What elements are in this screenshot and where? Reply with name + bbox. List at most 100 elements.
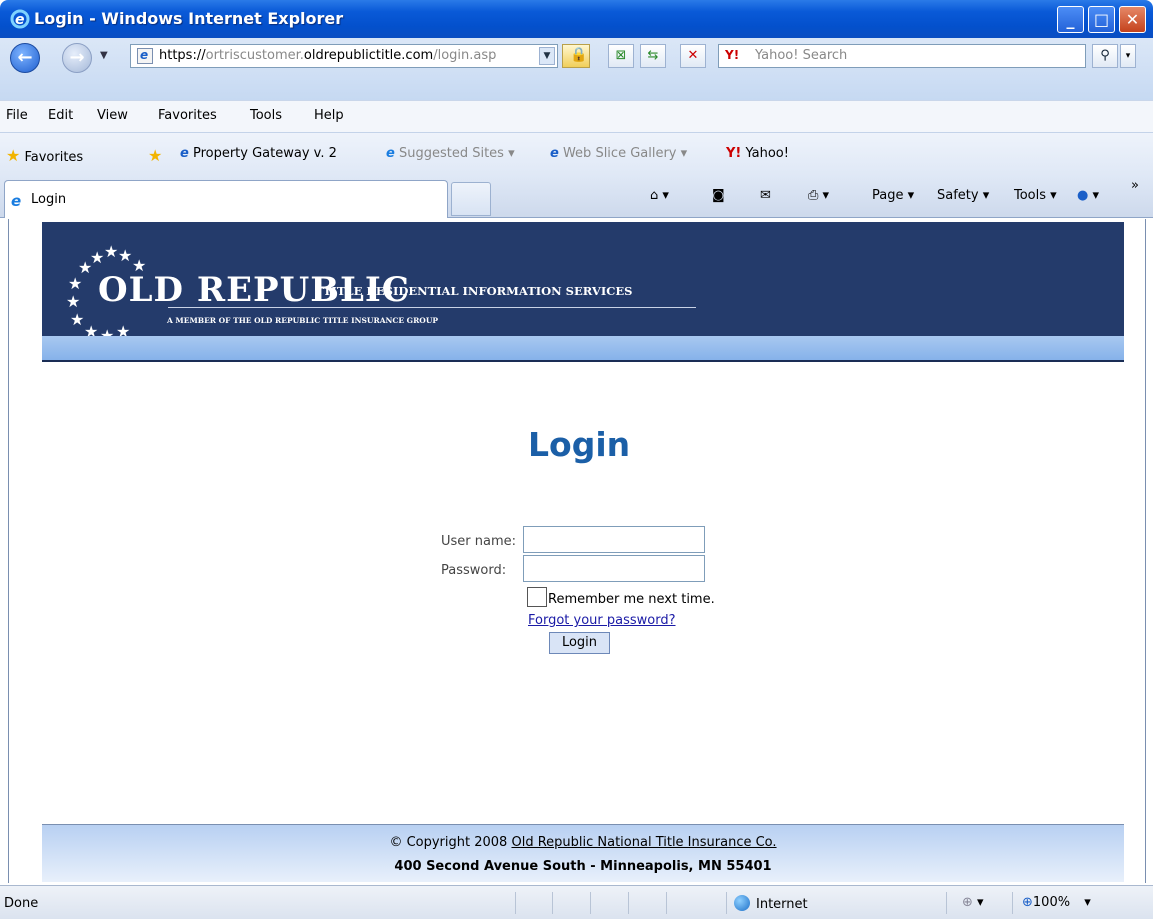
username-label: User name: [441,534,517,549]
help-button[interactable]: ● ▾ [1077,188,1099,203]
banner-stripe [42,336,1124,362]
fav-suggested-sites[interactable]: e Suggested Sites ▾ [386,146,515,161]
back-arrow-icon: ← [17,47,33,68]
protected-mode-button[interactable]: ⊕ ▾ [962,895,984,910]
search-icon: ⚲ [1100,48,1110,63]
menu-favorites[interactable]: Favorites [158,108,217,123]
back-button[interactable]: ← [10,43,40,73]
favorites-button[interactable]: ★ Favorites [6,146,83,165]
minimize-button[interactable]: _ [1057,6,1084,33]
copyright-text: © Copyright 2008 [389,835,512,850]
address-dropdown-icon[interactable]: ▼ [539,47,555,65]
add-favorite-button[interactable]: ★ [148,146,162,165]
status-divider [515,892,516,914]
maximize-icon: □ [1093,10,1110,29]
copyright-line: © Copyright 2008 Old Republic National T… [42,835,1124,850]
tools-menu[interactable]: Tools ▾ [1014,188,1057,203]
ie-logo-icon: e [10,9,30,29]
rss-icon: ◙ [712,188,725,203]
status-divider [590,892,591,914]
search-placeholder: Yahoo! Search [755,48,848,63]
history-dropdown-icon[interactable]: ▼ [100,50,108,61]
yahoo-logo-icon: Y! [725,48,740,62]
help-icon: ● [1077,188,1089,203]
forward-button[interactable]: → [62,43,92,73]
page-icon: e [137,48,153,64]
feeds-button[interactable]: ◙ [712,188,725,203]
security-lock-button[interactable]: 🔒 [562,44,590,68]
status-divider [946,892,947,914]
safety-menu[interactable]: Safety ▾ [937,188,989,203]
search-box[interactable]: Y! Yahoo! Search [718,44,1086,68]
forward-arrow-icon: → [69,47,85,68]
status-text: Done [4,896,39,911]
add-favorite-icon: ★ [148,146,163,165]
tab-label: Login [31,192,67,207]
svg-text:e: e [15,12,25,28]
fav-property-gateway[interactable]: e Property Gateway v. 2 [180,146,337,161]
status-bar: Done Internet ⊕ ▾ ⊕100% ▾ [0,885,1153,919]
address-toolbar: ← → ▼ e https://ortriscustomer.oldrepubl… [0,38,1153,100]
page-content: ★★★ ★★★ ★★★ ★★ OLD REPUBLIC TITLE RESIDE… [8,219,1146,883]
address-bar[interactable]: e https://ortriscustomer.oldrepublictitl… [130,44,558,68]
more-commands-chevron[interactable]: » [1131,178,1139,193]
menu-edit[interactable]: Edit [48,108,73,123]
print-button[interactable]: ⎙ ▾ [808,188,829,203]
tab-login[interactable]: e Login [4,180,448,218]
search-options-button[interactable]: ▾ [1120,44,1136,68]
compatibility-icon: ⊠ [615,48,627,63]
mail-icon: ✉ [760,188,771,203]
menu-tools[interactable]: Tools [250,108,282,123]
menu-view[interactable]: View [97,108,128,123]
home-icon: ⌂ [650,188,659,203]
menu-file[interactable]: File [6,108,28,123]
brand-subtitle: TITLE RESIDENTIAL INFORMATION SERVICES [323,284,633,298]
company-link[interactable]: Old Republic National Title Insurance Co… [511,835,776,850]
ie-logo-icon: e [386,146,395,161]
zoom-button[interactable]: ⊕100% ▾ [1022,895,1091,910]
remember-me-label: Remember me next time. [548,592,715,607]
compatibility-view-button[interactable]: ⊠ [608,44,634,68]
tab-row: e Login ⌂ ▾ ◙ ✉ ⎙ ▾ Page ▾ Safety ▾ Tool… [0,176,1153,218]
chevron-down-icon: ▾ [1125,51,1131,61]
footer-address: 400 Second Avenue South - Minneapolis, M… [394,859,772,874]
password-label: Password: [441,563,507,578]
fav-web-slice-gallery[interactable]: e Web Slice Gallery ▾ [550,146,687,161]
page-menu[interactable]: Page ▾ [872,188,914,203]
brand-member-line: A MEMBER OF THE OLD REPUBLIC TITLE INSUR… [167,316,439,325]
window-titlebar[interactable]: e Login - Windows Internet Explorer _ □ … [0,0,1153,38]
username-input[interactable] [523,526,705,553]
printer-icon: ⎙ [808,188,819,203]
lock-icon: 🔒 [570,47,588,63]
refresh-button[interactable]: ⇆ [640,44,666,68]
maximize-button[interactable]: □ [1088,6,1115,33]
stop-button[interactable]: ✕ [680,44,706,68]
site-banner: ★★★ ★★★ ★★★ ★★ OLD REPUBLIC TITLE RESIDE… [42,222,1124,362]
status-divider [552,892,553,914]
security-zone[interactable]: Internet [734,895,808,912]
new-tab-button[interactable] [451,182,491,216]
stop-icon: ✕ [687,48,699,63]
read-mail-button[interactable]: ✉ [760,188,771,203]
window-title: Login - Windows Internet Explorer [34,9,344,28]
forgot-password-link[interactable]: Forgot your password? [528,613,676,628]
favorites-bar: ★ Favorites ★ e Property Gateway v. 2 e … [0,132,1153,176]
address-url[interactable]: https://ortriscustomer.oldrepublictitle.… [159,48,496,63]
page-footer: © Copyright 2008 Old Republic National T… [42,824,1124,882]
search-button[interactable]: ⚲ [1092,44,1118,68]
status-divider [628,892,629,914]
home-button[interactable]: ⌂ ▾ [650,188,669,203]
menu-bar: File Edit View Favorites Tools Help [0,100,1153,132]
login-button[interactable]: Login [549,632,610,654]
password-input[interactable] [523,555,705,582]
close-button[interactable]: ✕ [1119,6,1146,33]
minimize-icon: _ [1066,10,1075,29]
fav-yahoo[interactable]: Y! Yahoo! [726,146,789,161]
yahoo-icon: Y! [726,146,742,161]
menu-help[interactable]: Help [314,108,344,123]
status-divider [726,892,727,914]
protected-mode-icon: ⊕ [962,895,973,910]
remember-me-checkbox[interactable] [527,587,547,607]
close-icon: ✕ [1125,10,1140,29]
login-heading: Login [528,425,631,464]
